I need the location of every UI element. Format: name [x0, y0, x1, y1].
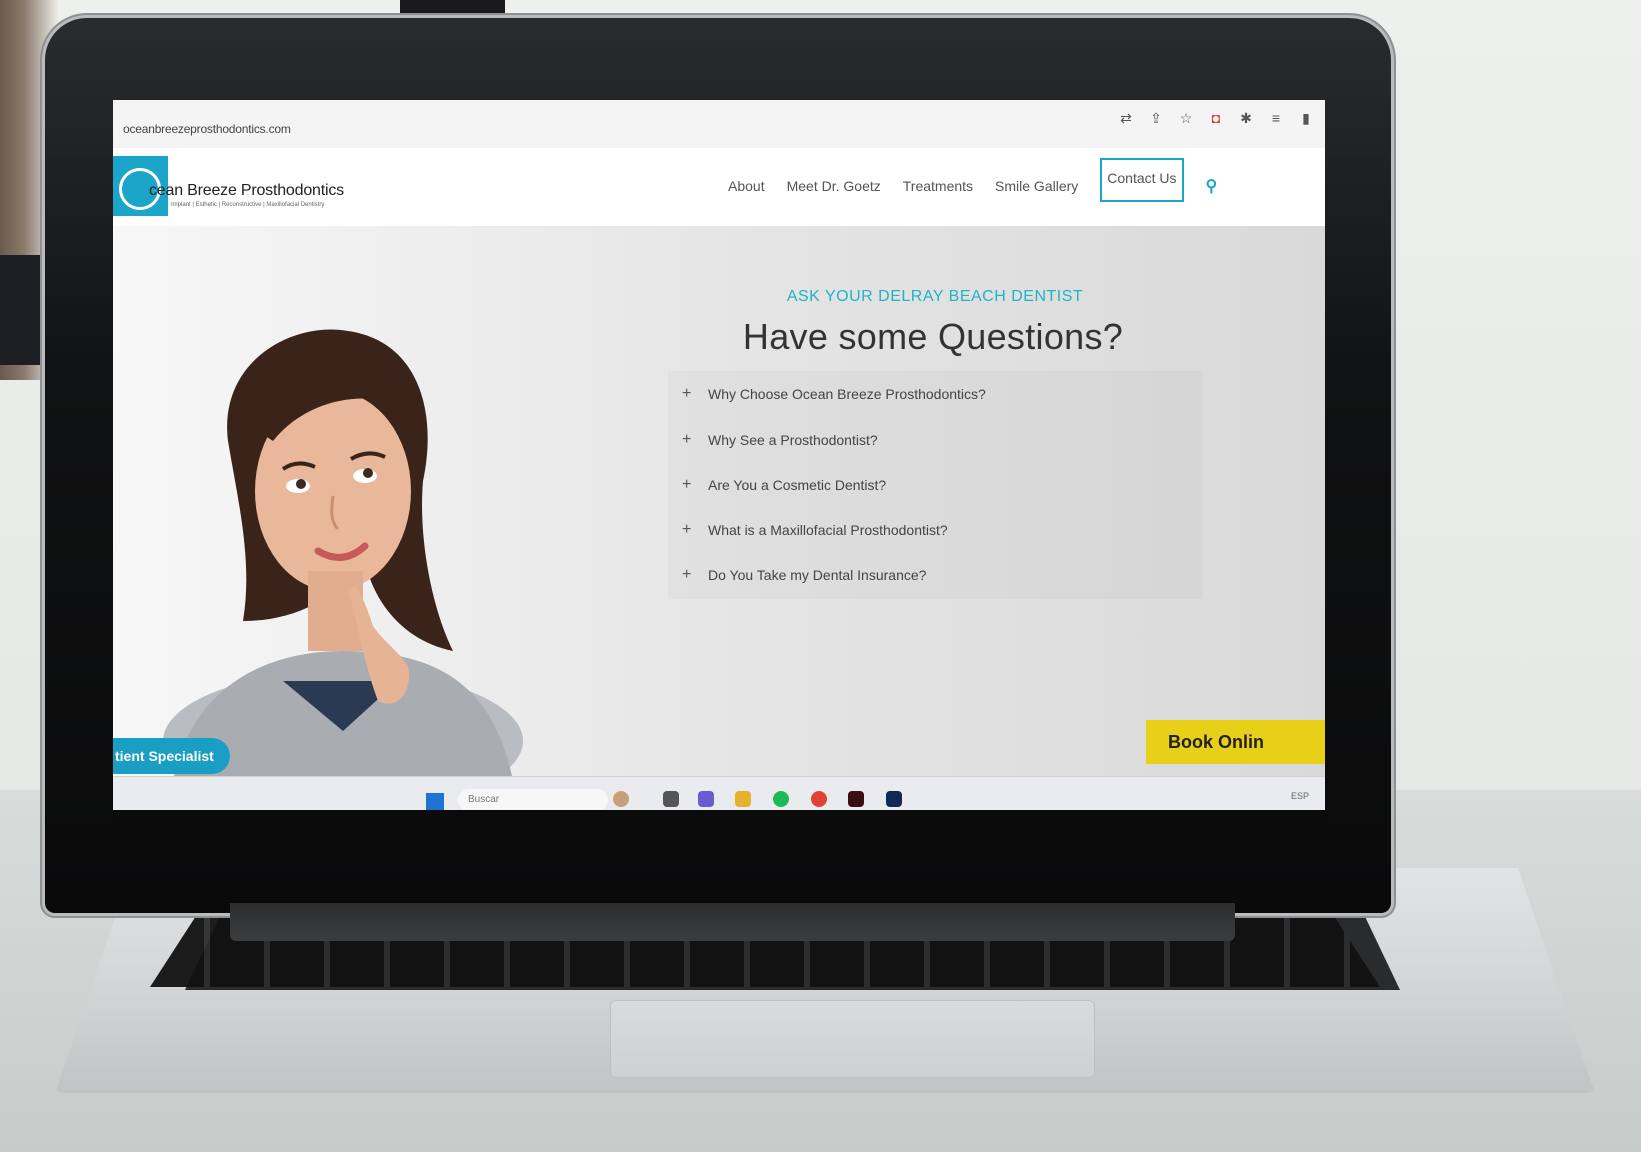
browser-actions: ⇄ ⇪ ☆ ◘ ✱ ≡ ▮ [1117, 110, 1315, 127]
faq-item[interactable]: + What is a Maxillofacial Prosthodontist… [682, 521, 948, 539]
book-online-button[interactable]: Book Onlin [1146, 720, 1325, 764]
app-widget-icon[interactable] [613, 791, 629, 807]
nav-about[interactable]: About [728, 172, 765, 202]
plus-icon: + [682, 431, 692, 448]
app-chrome-icon[interactable] [811, 791, 827, 807]
faq-question: What is a Maxillofacial Prosthodontist? [708, 522, 948, 538]
share-icon[interactable]: ⇪ [1147, 110, 1165, 127]
plus-icon: + [682, 521, 692, 538]
faq-item[interactable]: + Are You a Cosmetic Dentist? [682, 476, 886, 494]
app-folder-icon[interactable] [735, 791, 751, 807]
app-illustrator-icon[interactable] [848, 791, 864, 807]
translate-icon[interactable]: ⇄ [1117, 110, 1135, 127]
logo-tagline: Implant | Esthetic | Reconstructive | Ma… [171, 202, 325, 208]
nav-contact-us[interactable]: Contact Us [1100, 158, 1184, 202]
patient-specialist-button[interactable]: tient Specialist [113, 738, 230, 774]
address-bar[interactable]: oceanbreezeprosthodontics.com [123, 122, 291, 136]
hero-section: ASK YOUR DELRAY BEACH DENTIST Have some … [113, 226, 1325, 781]
main-nav: About Meet Dr. Goetz Treatments Smile Ga… [728, 158, 1218, 202]
nav-meet-dr-goetz[interactable]: Meet Dr. Goetz [787, 172, 881, 202]
faq-question: Why See a Prosthodontist? [708, 432, 878, 448]
faq-question: Why Choose Ocean Breeze Prosthodontics? [708, 386, 986, 402]
faq-item[interactable]: + Why See a Prosthodontist? [682, 431, 878, 449]
site-header: cean Breeze Prosthodontics Implant | Est… [113, 148, 1325, 226]
star-icon[interactable]: ☆ [1177, 110, 1195, 127]
browser-toolbar: oceanbreezeprosthodontics.com ⇄ ⇪ ☆ ◘ ✱ … [113, 100, 1325, 149]
app-spotify-icon[interactable] [773, 791, 789, 807]
background-frame-top [400, 0, 505, 18]
faq-item[interactable]: + Why Choose Ocean Breeze Prosthodontics… [682, 385, 986, 403]
screen-bezel-bottom [113, 810, 1325, 845]
laptop-screen: oceanbreezeprosthodontics.com ⇄ ⇪ ☆ ◘ ✱ … [113, 100, 1325, 845]
plus-icon: + [682, 476, 692, 493]
woman-thinking-image [163, 329, 523, 781]
extensions-icon[interactable]: ✱ [1237, 110, 1255, 127]
app-taskview-icon[interactable] [663, 791, 679, 807]
system-tray[interactable]: ESP [1291, 791, 1309, 801]
faq-accordion: + Why Choose Ocean Breeze Prosthodontics… [668, 371, 1203, 599]
reading-list-icon[interactable]: ≡ [1267, 110, 1285, 127]
plus-icon: + [682, 385, 692, 402]
laptop-hinge [230, 903, 1235, 941]
photo-scene: oceanbreezeprosthodontics.com ⇄ ⇪ ☆ ◘ ✱ … [0, 0, 1641, 1152]
nav-smile-gallery[interactable]: Smile Gallery [995, 172, 1078, 202]
nav-treatments[interactable]: Treatments [903, 172, 973, 202]
trackpad [610, 1000, 1095, 1078]
faq-question: Are You a Cosmetic Dentist? [708, 477, 887, 493]
taskbar-search-input[interactable]: Buscar [458, 789, 608, 811]
os-taskbar: Buscar ESP [113, 776, 1325, 811]
windows-start-icon[interactable] [426, 793, 444, 811]
faq-question: Do You Take my Dental Insurance? [708, 567, 927, 583]
plus-icon: + [682, 566, 692, 583]
search-icon[interactable]: ⚲ [1206, 172, 1218, 202]
logo-name: cean Breeze Prosthodontics [149, 182, 344, 199]
pocket-extension-icon[interactable]: ◘ [1207, 110, 1225, 127]
site-logo[interactable]: cean Breeze Prosthodontics Implant | Est… [113, 156, 358, 218]
section-heading: Have some Questions? [742, 316, 1124, 357]
side-panel-icon[interactable]: ▮ [1297, 110, 1315, 127]
app-photoshop-icon[interactable] [886, 791, 902, 807]
section-kicker: ASK YOUR DELRAY BEACH DENTIST [786, 288, 1084, 305]
faq-item[interactable]: + Do You Take my Dental Insurance? [682, 566, 926, 584]
app-chat-icon[interactable] [698, 791, 714, 807]
